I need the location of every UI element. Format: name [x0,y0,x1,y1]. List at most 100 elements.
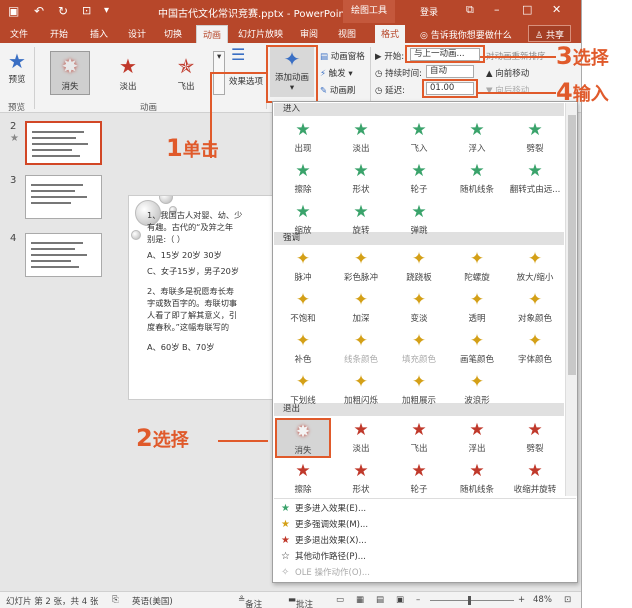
gallery-scrollbar[interactable] [565,103,577,496]
tab-animations[interactable]: 动画 [196,25,229,43]
gallery-effect-entrance[interactable]: ★ 轮子 [391,159,447,199]
redo-icon[interactable]: ↻ [58,4,68,18]
gallery-effect-entrance[interactable]: ★ 劈裂 [507,118,563,158]
gallery-effect-entrance[interactable]: ★ 翻转式由远... [507,159,563,199]
preview-button[interactable]: ★ 预览 [4,49,30,85]
gallery-effect-exit[interactable]: ★ 擦除 [275,459,331,499]
gallery-effect-exit[interactable]: ★ 收缩并旋转 [507,459,563,499]
login-link[interactable]: 登录 [420,5,438,18]
normal-view-icon[interactable]: ▭ [336,595,344,605]
close-icon[interactable]: ✕ [552,3,561,16]
gallery-effect-entrance[interactable]: ★ 随机线条 [449,159,505,199]
tab-design[interactable]: 设计 [128,27,146,40]
move-later-button[interactable]: ▼ 向后移动 [486,84,529,96]
gallery-effect-entrance[interactable]: ★ 飞入 [391,118,447,158]
gallery-effect-emphasis[interactable]: ✦ 不饱和 [275,288,331,328]
tab-home[interactable]: 开始 [50,27,68,40]
tab-format[interactable]: 格式 [375,25,406,43]
gallery-effect-exit[interactable]: ★ 淡出 [333,418,389,458]
scrollbar-thumb[interactable] [568,115,576,375]
gallery-effect-emphasis[interactable]: ✦ 透明 [449,288,505,328]
gallery-effect-emphasis[interactable]: ✦ 加粗闪烁 [333,370,389,410]
maximize-icon[interactable]: □ [522,3,532,16]
notes-button[interactable]: ≗ 备注 [238,595,262,608]
gallery-effect-emphasis[interactable]: ✦ 波浪形 [449,370,505,410]
effect-options-button[interactable]: 效果选项 [229,75,263,87]
gallery-effect-emphasis[interactable]: ✦ 脉冲 [275,247,331,287]
gallery-effect-emphasis[interactable]: ✦ 彩色脉冲 [333,247,389,287]
gallery-effect-entrance[interactable]: ★ 缩放 [275,200,331,240]
minimize-icon[interactable]: – [494,3,500,16]
tab-insert[interactable]: 插入 [90,27,108,40]
save-icon[interactable]: ▣ [8,4,19,18]
more-exit-effects[interactable]: ★ 更多退出效果(X)... [281,534,367,546]
ole-action-verbs[interactable]: ✧ OLE 操作动作(O)... [281,566,370,578]
gallery-effect-emphasis[interactable]: ✦ 跷跷板 [391,247,447,287]
tab-review[interactable]: 审阅 [300,27,318,40]
zoom-out-icon[interactable]: – [416,595,420,605]
more-emphasis-effects[interactable]: ★ 更多强调效果(M)... [281,518,368,530]
restore-icon[interactable]: ⧉ [466,3,474,17]
zoom-slider-thumb[interactable] [468,596,471,605]
tab-slideshow[interactable]: 幻灯片放映 [238,27,283,40]
gallery-effect-emphasis[interactable]: ✦ 对象颜色 [507,288,563,328]
gallery-effect-emphasis[interactable]: ✦ 下划线 [275,370,331,410]
share-button[interactable]: ♙ 共享 [528,25,571,42]
slideshow-start-icon[interactable]: ⊡ [82,4,91,18]
comments-button[interactable]: ▬ 批注 [288,595,313,608]
more-motion-paths[interactable]: ☆ 其他动作路径(P)... [281,550,366,562]
gallery-effect-exit[interactable]: ★ 随机线条 [449,459,505,499]
customize-qat-icon[interactable]: ▾ [104,4,109,18]
gallery-effect-emphasis[interactable]: ✦ 线条颜色 [333,329,389,369]
animation-pane-button[interactable]: ▤ 动画窗格 [320,50,365,62]
animation-painter-button[interactable]: ✎ 动画刷 [320,84,355,96]
gallery-effect-exit[interactable]: ★ 飞出 [391,418,447,458]
gallery-effect-emphasis[interactable]: ✦ 变淡 [391,288,447,328]
gallery-effect-emphasis[interactable]: ✦ 陀螺旋 [449,247,505,287]
tell-me-box[interactable]: ◎ 告诉我你想要做什么 [420,28,512,41]
effect-disappear[interactable]: ✸ 消失 [50,51,90,95]
undo-icon[interactable]: ↶ [34,4,44,18]
gallery-effect-entrance[interactable]: ★ 浮入 [449,118,505,158]
gallery-effect-emphasis[interactable]: ✦ 补色 [275,329,331,369]
gallery-effect-exit[interactable]: ★ 轮子 [391,459,447,499]
language-indicator[interactable]: 英语(美国) [132,595,173,607]
move-earlier-button[interactable]: ▲ 向前移动 [486,67,529,79]
gallery-effect-entrance[interactable]: ★ 形状 [333,159,389,199]
trigger-button[interactable]: ⚡ 触发 ▾ [320,67,353,79]
gallery-effect-exit[interactable]: ★ 形状 [333,459,389,499]
more-entrance-effects[interactable]: ★ 更多进入效果(E)... [281,502,366,514]
slide-canvas[interactable]: 1、我国古人对婴、幼、少 有趣。古代的“及笄之年 别是:（ ） A、15岁 20… [128,195,278,400]
gallery-effect-emphasis[interactable]: ✦ 加粗展示 [391,370,447,410]
effect-fly-out[interactable]: ✯ 飞出 [166,51,206,95]
tab-view[interactable]: 视图 [338,27,356,40]
gallery-effect-emphasis[interactable]: ✦ 填充颜色 [391,329,447,369]
zoom-in-icon[interactable]: + [518,595,525,605]
zoom-slider[interactable] [430,600,514,601]
gallery-effect-emphasis[interactable]: ✦ 字体颜色 [507,329,563,369]
slideshow-view-icon[interactable]: ▣ [396,595,404,605]
tab-file[interactable]: 文件 [10,27,28,40]
duration-input[interactable]: 自动 [426,65,474,78]
slide-thumbnail-3[interactable] [25,175,102,219]
spellcheck-icon[interactable]: ⎘ [112,595,119,605]
effect-fade[interactable]: ★ 淡出 [108,51,148,95]
tab-transitions[interactable]: 切换 [164,27,182,40]
reading-view-icon[interactable]: ▤ [376,595,384,605]
gallery-effect-emphasis[interactable]: ✦ 放大/缩小 [507,247,563,287]
slide-thumbnail-4[interactable] [25,233,102,277]
gallery-effect-exit[interactable]: ★ 劈裂 [507,418,563,458]
gallery-effect-entrance[interactable]: ★ 淡出 [333,118,389,158]
sorter-view-icon[interactable]: ▦ [356,595,364,605]
gallery-effect-entrance[interactable]: ★ 擦除 [275,159,331,199]
gallery-effect-emphasis[interactable]: ✦ 画笔颜色 [449,329,505,369]
gallery-effect-exit[interactable]: ✸ 消失 [275,418,331,458]
fit-slide-icon[interactable]: ⊡ [564,595,571,605]
zoom-level[interactable]: 48% [533,595,552,605]
gallery-effect-emphasis[interactable]: ✦ 加深 [333,288,389,328]
gallery-effect-exit[interactable]: ★ 浮出 [449,418,505,458]
gallery-effect-entrance[interactable]: ★ 旋转 [333,200,389,240]
gallery-effect-entrance[interactable]: ★ 出现 [275,118,331,158]
gallery-effect-entrance[interactable]: ★ 弹跳 [391,200,447,240]
slide-thumbnail-2[interactable] [25,121,102,165]
